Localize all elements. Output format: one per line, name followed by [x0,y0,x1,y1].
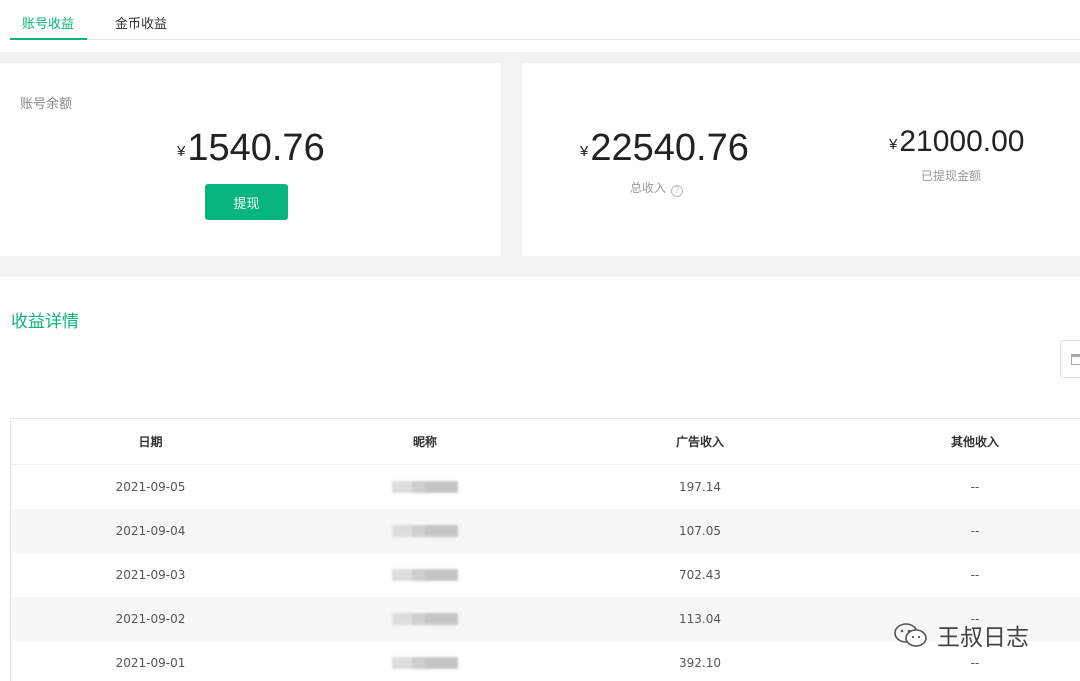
table-row: 2021-09-03 702.43 -- [11,553,1080,597]
ad-income-cell: 113.04 [679,612,721,626]
withdrawn-label: 已提现金额 [921,169,982,183]
currency-symbol: ¥ [580,143,589,160]
currency-symbol: ¥ [889,136,898,153]
section-title: 收益详情 [11,312,79,332]
tab-divider [10,39,1080,40]
column-header-date: 日期 [138,435,163,449]
active-tab-indicator [10,38,87,40]
balance-value: 1540.76 [187,127,325,169]
table-row: 2021-09-04 107.05 -- [11,509,1080,553]
tab-account-income[interactable]: 账号收益 [22,13,74,32]
calendar-icon [1071,354,1080,365]
column-header-other-income: 其他收入 [950,435,999,449]
nickname-cell [290,597,560,641]
blurred-nickname [392,481,458,493]
wechat-icon [894,623,927,647]
other-income-cell: -- [970,480,980,494]
watermark: 王叔日志 [893,618,1029,652]
date-cell: 2021-09-03 [115,568,186,582]
balance-card: 账号余额 ¥1540.76 提现 [0,63,501,256]
date-cell: 2021-09-04 [115,524,186,538]
ad-income-cell: 702.43 [679,568,721,582]
ad-income-cell: 392.10 [679,656,721,670]
date-cell: 2021-09-02 [115,612,186,626]
balance-label: 账号余额 [20,97,73,112]
withdrawn-value: 21000.00 [899,125,1025,158]
tab-bar: 账号收益 金币收益 [0,0,1080,52]
date-picker-button[interactable] [1060,340,1080,378]
total-income-value: 22540.76 [590,127,749,169]
tab-coin-income[interactable]: 金币收益 [115,13,167,32]
column-header-nickname: 昵称 [412,435,437,449]
ad-income-cell: 107.05 [679,524,721,538]
ad-income-cell: 197.14 [679,480,721,494]
nickname-cell [290,641,560,681]
currency-symbol: ¥ [177,143,186,160]
blurred-nickname [392,569,458,581]
column-header-ad-income: 广告收入 [675,435,724,449]
nickname-cell [290,553,560,597]
date-cell: 2021-09-01 [115,656,186,670]
blurred-nickname [392,657,458,669]
total-income-text: 总收入 [630,181,667,195]
help-icon[interactable]: ? [671,185,684,197]
nickname-cell [290,509,560,553]
other-income-cell: -- [970,568,980,582]
balance-amount: ¥1540.76 [177,127,325,170]
table-row: 2021-09-05 197.14 -- [11,465,1080,509]
blurred-nickname [392,613,458,625]
blurred-nickname [392,525,458,537]
total-income-label: 总收入? [630,179,684,197]
withdrawn-amount: ¥21000.00 [889,125,1024,159]
nickname-cell [290,465,560,509]
watermark-text: 王叔日志 [937,625,1029,651]
other-income-cell: -- [970,524,980,538]
income-card: ¥22540.76 总收入? ¥21000.00 已提现金额 [522,63,1080,256]
date-cell: 2021-09-05 [115,480,186,494]
total-income-amount: ¥22540.76 [580,127,749,170]
table-header: 日期 昵称 广告收入 其他收入 [11,419,1080,465]
withdraw-button[interactable]: 提现 [205,184,288,220]
